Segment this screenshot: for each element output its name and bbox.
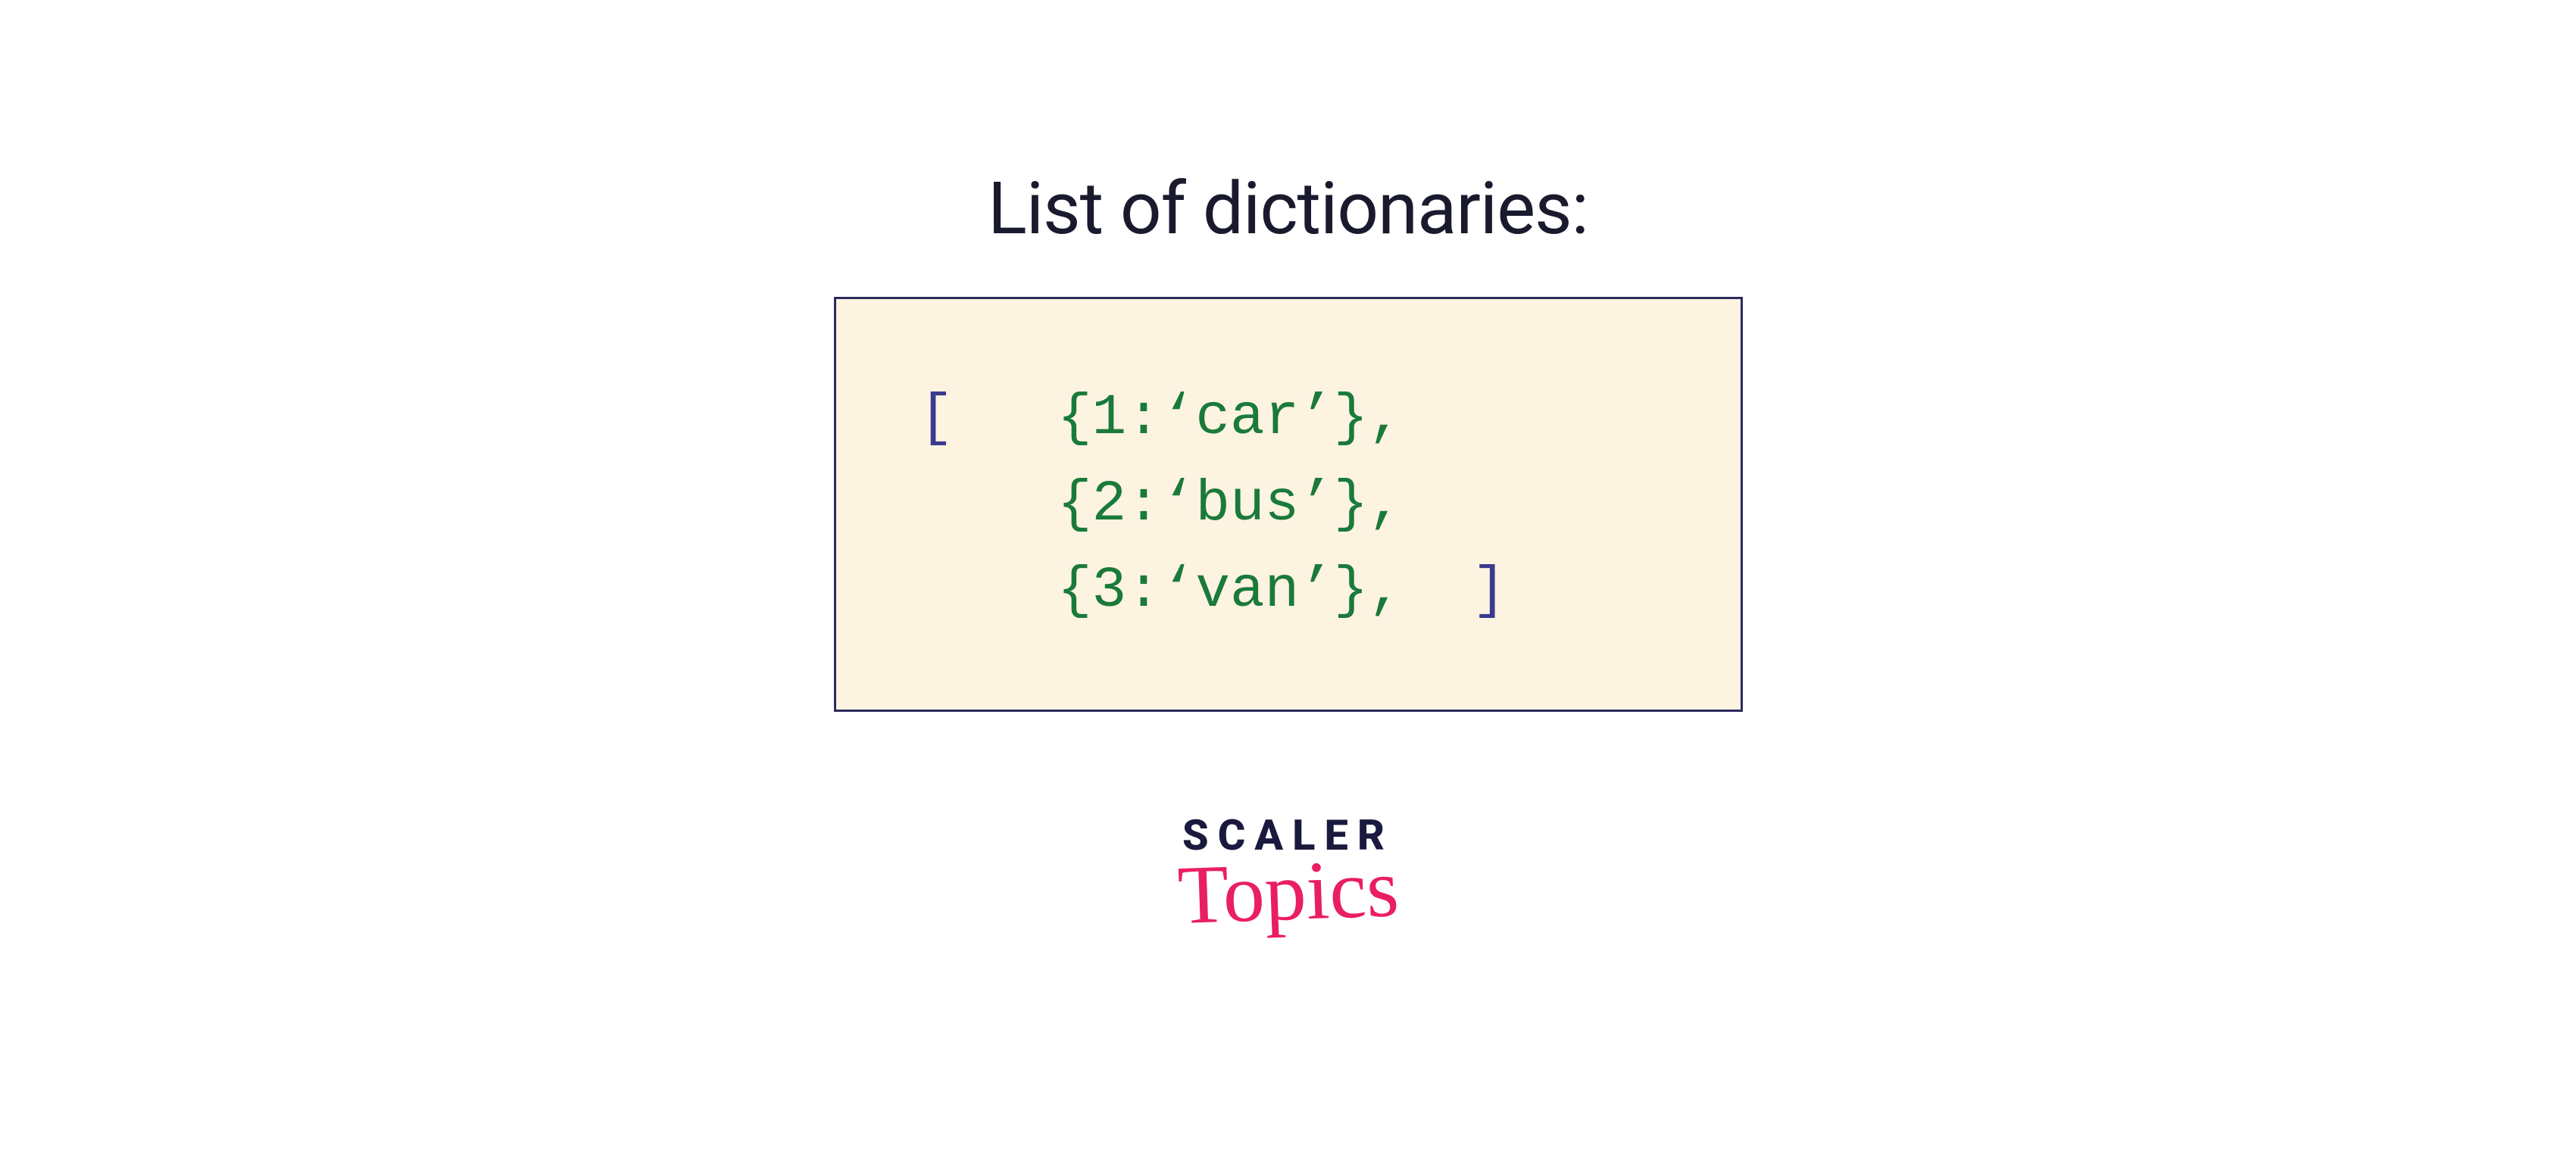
code-box: [ {1:‘car’}, {2:‘bus’}, {3:‘van’}, ] bbox=[834, 297, 1743, 712]
code-line-2: {2:‘bus’}, bbox=[920, 461, 1672, 548]
code-line-3: {3:‘van’}, ] bbox=[920, 548, 1672, 634]
dict-entry: {2:‘bus’} bbox=[1057, 472, 1368, 537]
dict-entry: {1:‘car’} bbox=[1057, 385, 1368, 451]
brand-logo: SCALER Topics bbox=[1178, 810, 1399, 940]
close-bracket: ] bbox=[1472, 558, 1507, 623]
comma: , bbox=[1368, 558, 1403, 623]
dict-entry: {3:‘van’} bbox=[1057, 558, 1368, 623]
comma: , bbox=[1368, 472, 1403, 537]
comma: , bbox=[1368, 385, 1403, 451]
diagram-title: List of dictionaries: bbox=[988, 167, 1588, 251]
open-bracket: [ bbox=[920, 385, 954, 451]
code-line-1: [ {1:‘car’}, bbox=[920, 375, 1672, 461]
logo-sub-text: Topics bbox=[1176, 840, 1400, 944]
